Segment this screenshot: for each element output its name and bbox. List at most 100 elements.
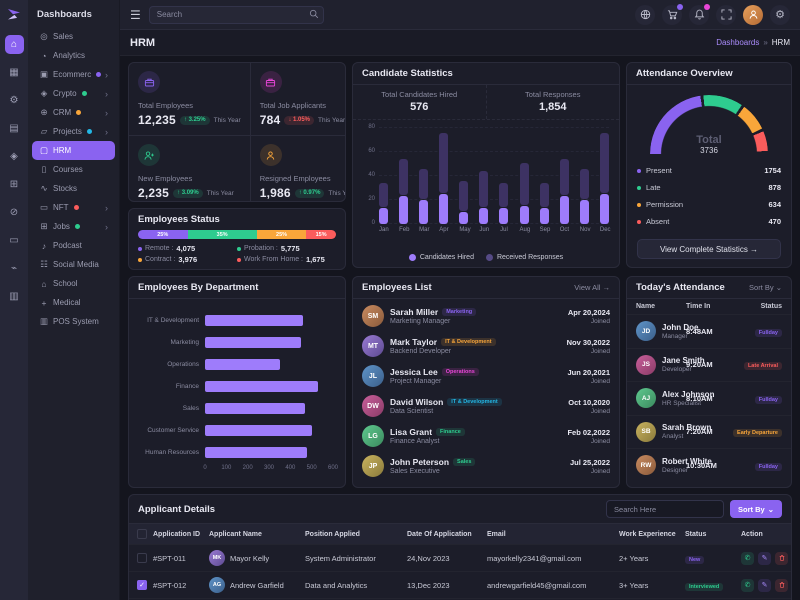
phone-icon[interactable]: ✆: [741, 579, 754, 592]
sidebar-item-ecommerce[interactable]: ▣Ecommerce›: [32, 65, 115, 84]
notifications-icon[interactable]: [689, 5, 709, 25]
sidebar-item-nft[interactable]: ▭NFT›: [32, 198, 115, 217]
sidebar-item-pos-system[interactable]: ▥POS System: [32, 312, 115, 331]
employee-list-item[interactable]: JLJessica LeeOperationsProject ManagerJu…: [362, 361, 610, 391]
x-tick-label: 200: [243, 465, 253, 471]
charts-icon[interactable]: ⌁: [5, 259, 24, 278]
bar-mar[interactable]: [419, 128, 428, 224]
sidebar-title: Dashboards: [28, 5, 119, 27]
hamburger-icon[interactable]: ☰: [130, 8, 141, 22]
sidebar-item-courses[interactable]: ▯Courses: [32, 160, 115, 179]
breadcrumb-dashboards[interactable]: Dashboards: [716, 38, 759, 47]
home-icon[interactable]: ⌂: [5, 35, 24, 54]
bar-jul[interactable]: [499, 128, 508, 224]
department-badge: Sales: [453, 458, 475, 466]
sidebar-item-analytics[interactable]: ◔Analytics: [32, 46, 115, 65]
sidebar-item-jobs[interactable]: ⊞Jobs›: [32, 217, 115, 236]
stat-value: 2,235: [138, 186, 169, 200]
components-icon[interactable]: ◈: [5, 147, 24, 166]
settings-gear-icon[interactable]: ⚙: [5, 91, 24, 110]
employee-list-item[interactable]: DWDavid WilsonIT & DevelopmentData Scien…: [362, 391, 610, 421]
dept-bar[interactable]: [205, 403, 305, 414]
legend-dot: [138, 247, 142, 251]
dept-bar[interactable]: [205, 447, 307, 458]
bar-sep[interactable]: [540, 128, 549, 224]
bar-apr[interactable]: [439, 128, 448, 224]
bar-feb[interactable]: [399, 128, 408, 224]
sidebar-item-medical[interactable]: +Medical: [32, 293, 115, 312]
phone-icon[interactable]: ✆: [741, 552, 754, 565]
edit-icon[interactable]: ✎: [758, 579, 771, 592]
edit-icon[interactable]: ✎: [758, 552, 771, 565]
row-checkbox[interactable]: ✓: [137, 580, 147, 590]
applicant-sort-by-button[interactable]: Sort By ⌄: [730, 500, 782, 518]
select-all-checkbox[interactable]: [137, 529, 147, 539]
attendance-row: JDJohn DoeManager8:48AMFullday: [627, 314, 791, 348]
bar-aug[interactable]: [520, 128, 529, 224]
sidebar-item-label: NFT: [53, 203, 69, 212]
bar-nov[interactable]: [580, 128, 589, 224]
x-tick-label: Aug: [520, 227, 529, 233]
delete-icon[interactable]: [775, 552, 788, 565]
language-icon[interactable]: [635, 5, 655, 25]
avatar: AJ: [636, 388, 656, 408]
dept-bar[interactable]: [205, 337, 301, 348]
apps-icon[interactable]: ▦: [5, 63, 24, 82]
dept-track: [205, 447, 333, 458]
sidebar-item-podcast[interactable]: ♪Podcast: [32, 236, 115, 255]
candidates-hired-bar: [499, 208, 508, 224]
sidebar-item-projects[interactable]: ▱Projects›: [32, 122, 115, 141]
settings-icon[interactable]: ⚙: [770, 5, 790, 25]
bar-oct[interactable]: [560, 128, 569, 224]
employee-list-item[interactable]: LGLisa GrantFinanceFinance AnalystFeb 02…: [362, 421, 610, 451]
stat-value: 1,986: [260, 186, 291, 200]
avatar[interactable]: [743, 5, 763, 25]
dept-bar[interactable]: [205, 425, 312, 436]
hrm-icon: ▢: [39, 145, 49, 156]
chat-icon[interactable]: ▭: [5, 231, 24, 250]
utilities-icon[interactable]: ⊘: [5, 203, 24, 222]
dept-track: [205, 403, 333, 414]
fullscreen-icon[interactable]: [716, 5, 736, 25]
sidebar-item-crm[interactable]: ⊕CRM›: [32, 103, 115, 122]
sidebar-item-social-media[interactable]: ☷Social Media: [32, 255, 115, 274]
bar-jun[interactable]: [479, 128, 488, 224]
bar-may[interactable]: [459, 128, 468, 224]
row-checkbox[interactable]: [137, 553, 147, 563]
attendance-sort-by[interactable]: Sort By ⌄: [749, 283, 782, 292]
sidebar-item-stocks[interactable]: ∿Stocks: [32, 179, 115, 198]
app-logo[interactable]: [6, 6, 22, 22]
dept-bar[interactable]: [205, 359, 280, 370]
sidebar-item-sales[interactable]: ◎Sales: [32, 27, 115, 46]
bar-dec[interactable]: [600, 128, 609, 224]
view-complete-statistics-button[interactable]: View Complete Statistics →: [637, 239, 781, 259]
legend-label: Present: [646, 166, 672, 175]
tables-icon[interactable]: ▥: [5, 287, 24, 306]
sidebar-item-hrm[interactable]: ▢HRM: [32, 141, 115, 160]
status-cell: Fullday: [724, 460, 782, 471]
employee-list-item[interactable]: MTMark TaylorIT & DevelopmentBackend Dev…: [362, 331, 610, 361]
delete-icon[interactable]: [775, 579, 788, 592]
applicant-search-input[interactable]: [606, 500, 724, 518]
dept-bar[interactable]: [205, 315, 303, 326]
pages-icon[interactable]: ▤: [5, 119, 24, 138]
view-all-link[interactable]: View All →: [574, 283, 610, 292]
sidebar-item-school[interactable]: ⌂School: [32, 274, 115, 293]
store-icon[interactable]: ⊞: [5, 175, 24, 194]
search-input[interactable]: [149, 6, 324, 24]
dept-bar[interactable]: [205, 381, 318, 392]
bar-jan[interactable]: [379, 128, 388, 224]
sidebar-item-label: Courses: [53, 165, 83, 174]
cart-icon[interactable]: [662, 5, 682, 25]
employee-info: Jessica LeeOperationsProject Manager: [390, 367, 561, 385]
employee-list-item[interactable]: SMSarah MillerMarketingMarketing Manager…: [362, 301, 610, 331]
legend-candidates-hired: Candidates Hired: [409, 254, 474, 261]
legend-dot: [237, 258, 241, 262]
sidebar-item-crypto[interactable]: ◈Crypto›: [32, 84, 115, 103]
sidebar-item-label: Social Media: [53, 260, 99, 269]
dept-track: [205, 337, 333, 348]
employee-info: Lisa GrantFinanceFinance Analyst: [390, 427, 561, 445]
employee-list-item[interactable]: JPJohn PetersonSalesSales ExecutiveJul 2…: [362, 451, 610, 481]
time-in: 9:20AM: [686, 360, 724, 369]
applicant-details-title: Applicant Details: [138, 504, 215, 515]
